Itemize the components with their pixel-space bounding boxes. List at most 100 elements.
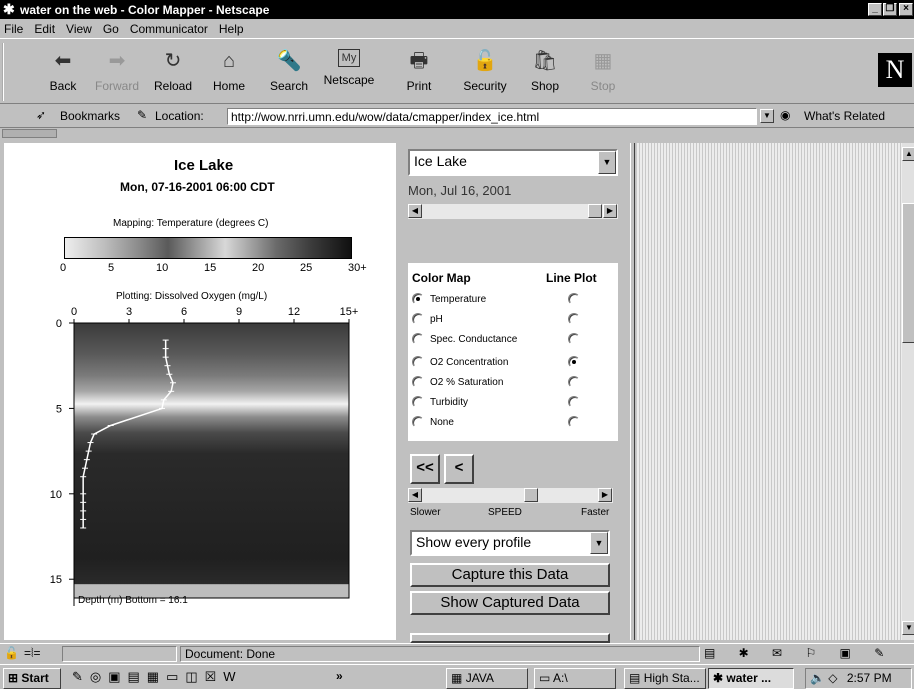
line-plot-radio-spec-conductance[interactable] bbox=[568, 333, 580, 345]
rewind-button[interactable]: << bbox=[410, 454, 440, 484]
status-bar: 🔓 =⦚= Document: Done ▤ ✱ ✉ ⚐ ▣ ✎ bbox=[0, 643, 914, 663]
scroll-up-arrow[interactable]: ▲ bbox=[902, 147, 914, 161]
shop-button[interactable]: 🛍 Shop bbox=[518, 49, 572, 103]
color-map-radio-none[interactable] bbox=[412, 416, 424, 428]
back-label: Back bbox=[49, 79, 77, 93]
line-plot-header: Line Plot bbox=[546, 271, 597, 285]
speed-left-arrow[interactable]: ◀ bbox=[408, 488, 422, 502]
netscape-logo-icon: ✱ bbox=[3, 1, 15, 17]
print-button[interactable]: 🖶 Print bbox=[392, 49, 446, 103]
forward-button[interactable]: ➡ Forward bbox=[90, 49, 144, 103]
stop-icon: ▦ bbox=[593, 50, 613, 72]
parameter-label: Turbidity bbox=[430, 397, 468, 408]
speed-slider-thumb[interactable] bbox=[524, 488, 539, 502]
back-button[interactable]: ⬅ Back bbox=[36, 49, 90, 103]
task-a-drive[interactable]: ▭ A:\ bbox=[534, 668, 616, 689]
step-back-button[interactable]: < bbox=[444, 454, 474, 484]
vertical-scrollbar[interactable]: ▲ ▼ bbox=[902, 143, 914, 640]
color-map-radio-o2-saturation[interactable] bbox=[412, 376, 424, 388]
netscape-logo-icon[interactable]: N bbox=[878, 53, 912, 87]
line-plot-radio-o2-concentration[interactable] bbox=[568, 356, 580, 368]
reload-icon: ↻ bbox=[164, 50, 182, 72]
frame-divider[interactable] bbox=[630, 143, 635, 640]
stop-button[interactable]: ▦ Stop bbox=[576, 49, 630, 103]
date-scroll-thumb[interactable] bbox=[588, 204, 602, 218]
date-scrollbar[interactable]: ◀ ▶ bbox=[408, 204, 618, 219]
security-label: Security bbox=[463, 79, 507, 93]
speed-right-arrow[interactable]: ▶ bbox=[598, 488, 612, 502]
line-plot-radio-temperature[interactable] bbox=[568, 293, 580, 305]
right-frame bbox=[636, 143, 904, 640]
task-water[interactable]: ✱ water ... bbox=[708, 668, 794, 689]
volume-icon[interactable]: 🔈 bbox=[810, 671, 825, 685]
color-map-radio-o2-concentration[interactable] bbox=[412, 356, 424, 368]
collapse-tab[interactable] bbox=[0, 129, 914, 139]
minimize-button[interactable]: _ bbox=[868, 3, 882, 16]
line-plot-radio-turbidity[interactable] bbox=[568, 396, 580, 408]
quick-launch-icons[interactable]: ✎◎▣▤▦▭◫☒W bbox=[72, 669, 243, 685]
close-button[interactable]: × bbox=[899, 3, 913, 16]
scroll-left-arrow[interactable]: ◀ bbox=[408, 204, 422, 218]
line-plot-radio-none[interactable] bbox=[568, 416, 580, 428]
chevron-down-icon[interactable]: ▼ bbox=[590, 532, 608, 554]
line-plot-radio-ph[interactable] bbox=[568, 313, 580, 325]
location-icon: ✎ bbox=[137, 108, 148, 122]
netscape-label: Netscape bbox=[323, 73, 375, 87]
scroll-down-arrow[interactable]: ▼ bbox=[902, 621, 914, 635]
home-label: Home bbox=[212, 79, 245, 93]
line-plot-radio-o2-saturation[interactable] bbox=[568, 376, 580, 388]
start-button[interactable]: ⊞ Start bbox=[3, 668, 61, 689]
lake-select[interactable]: Ice Lake ▼ bbox=[408, 149, 618, 176]
whats-related-icon: ◉ bbox=[780, 108, 791, 122]
scroll-right-arrow[interactable]: ▶ bbox=[603, 204, 617, 218]
menu-file[interactable]: File bbox=[4, 22, 23, 36]
profile-select[interactable]: Show every profile ▼ bbox=[410, 530, 610, 556]
reload-button[interactable]: ↻ Reload bbox=[146, 49, 200, 103]
color-map-radio-ph[interactable] bbox=[412, 313, 424, 325]
depth-profile-chart: 0 3 6 9 12 15+ 0 5 10 15 bbox=[50, 306, 358, 606]
whats-related-button[interactable]: What's Related bbox=[804, 109, 885, 123]
profile-select-value: Show every profile bbox=[416, 534, 532, 550]
maximize-button[interactable]: ❐ bbox=[883, 3, 897, 16]
search-button[interactable]: 🔦 Search bbox=[262, 49, 316, 103]
color-map-radio-spec-conductance[interactable] bbox=[412, 333, 424, 345]
show-captured-button[interactable]: Show Captured Data bbox=[410, 591, 610, 615]
status-text: Document: Done bbox=[185, 647, 276, 661]
java-icon: ▦ bbox=[451, 671, 463, 685]
parameter-label: Temperature bbox=[430, 294, 487, 305]
y-tick-label: 5 bbox=[56, 403, 62, 415]
toolbar-grip[interactable] bbox=[2, 43, 11, 101]
menu-go[interactable]: Go bbox=[103, 22, 119, 36]
menu-communicator[interactable]: Communicator bbox=[130, 22, 208, 36]
menu-edit[interactable]: Edit bbox=[34, 22, 55, 36]
capture-data-button[interactable]: Capture this Data bbox=[410, 563, 610, 587]
extra-button[interactable] bbox=[410, 633, 610, 643]
vertical-scroll-thumb[interactable] bbox=[902, 203, 914, 343]
depth-label: Depth (m) Bottom = 16.1 bbox=[78, 595, 188, 606]
quick-launch-more[interactable]: » bbox=[336, 669, 343, 683]
task-java-label: JAVA bbox=[465, 671, 494, 685]
menu-help[interactable]: Help bbox=[219, 22, 244, 36]
chevron-down-icon[interactable]: ▼ bbox=[598, 151, 616, 174]
task-high-sta[interactable]: ▤ High Sta... bbox=[624, 668, 706, 689]
task-java[interactable]: ▦ JAVA bbox=[446, 668, 528, 689]
clock: 2:57 PM bbox=[846, 671, 892, 685]
speed-slider[interactable]: ◀ ▶ bbox=[408, 488, 613, 503]
title-bar[interactable]: ✱ water on the web - Color Mapper - Nets… bbox=[0, 0, 914, 19]
menu-view[interactable]: View bbox=[66, 22, 92, 36]
bookmarks-icon[interactable]: ➶ bbox=[36, 108, 46, 122]
location-dropdown-button[interactable]: ▼ bbox=[760, 109, 774, 123]
plot-frame: Ice Lake Mon, 07-16-2001 06:00 CDT Mappi… bbox=[4, 143, 396, 640]
home-button[interactable]: ⌂ Home bbox=[202, 49, 256, 103]
parameter-label: pH bbox=[430, 314, 443, 325]
my-netscape-button[interactable]: My Netscape bbox=[322, 49, 376, 103]
security-status-icon[interactable]: 🔓 bbox=[4, 646, 19, 660]
bookmarks-button[interactable]: Bookmarks bbox=[60, 109, 120, 123]
network-icon[interactable]: ◇ bbox=[828, 671, 837, 685]
color-map-radio-temperature[interactable] bbox=[412, 293, 424, 305]
color-map-radio-turbidity[interactable] bbox=[412, 396, 424, 408]
url-input[interactable]: http://wow.nrri.umn.edu/wow/data/cmapper… bbox=[227, 108, 757, 125]
security-button[interactable]: 🔓 Security bbox=[458, 49, 512, 103]
component-bar-icons[interactable]: ▤ ✱ ✉ ⚐ ▣ ✎ bbox=[704, 646, 894, 660]
x-tick-label: 0 bbox=[71, 306, 77, 318]
